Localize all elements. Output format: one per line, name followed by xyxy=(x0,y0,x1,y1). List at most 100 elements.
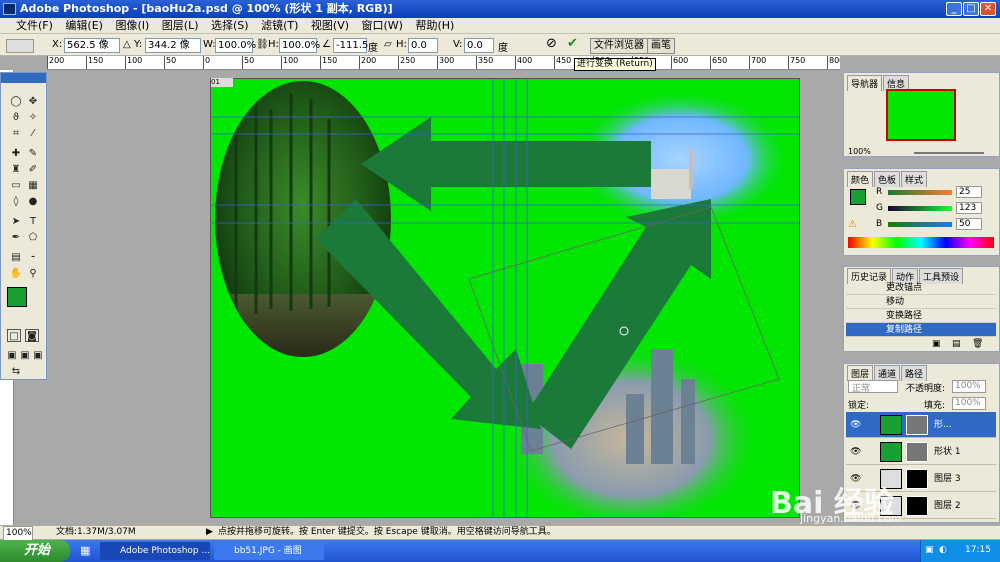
history-item-move[interactable]: 移动 xyxy=(846,295,996,309)
slice-tool-icon[interactable]: ⁄ xyxy=(26,127,40,140)
tab-styles[interactable]: 样式 xyxy=(901,171,928,187)
navigator-thumbnail[interactable] xyxy=(886,89,956,141)
y-field[interactable]: 344.2 像 xyxy=(145,38,201,53)
link-icon[interactable]: ⛓ xyxy=(256,39,269,50)
x-field[interactable]: 562.5 像 xyxy=(64,38,120,53)
notes-tool-icon[interactable]: ▤ xyxy=(9,251,23,264)
magic-wand-icon[interactable]: ✧ xyxy=(26,111,40,124)
cancel-transform-icon[interactable]: ⊘ xyxy=(546,36,557,51)
tab-file-browser[interactable]: 文件浏览器 xyxy=(590,38,648,54)
minimize-button[interactable]: _ xyxy=(946,2,962,16)
tools-panel-header[interactable] xyxy=(1,73,46,83)
jump-to-imageready-icon[interactable]: ⇆ xyxy=(9,365,23,378)
eraser-tool-icon[interactable]: ▭ xyxy=(9,179,23,192)
start-button[interactable]: 开始 xyxy=(0,540,70,562)
gradient-tool-icon[interactable]: ▦ xyxy=(26,179,40,192)
move-tool-icon[interactable]: ✥ xyxy=(26,95,40,108)
menu-image[interactable]: 图像(I) xyxy=(115,19,149,32)
eyedropper-icon[interactable]: ⁃ xyxy=(26,251,40,264)
path-select-icon[interactable]: ➤ xyxy=(9,215,23,228)
layer-row-shape-1[interactable]: 👁 形状 1 xyxy=(846,439,996,465)
zoom-field[interactable]: 100% xyxy=(3,526,33,541)
stamp-tool-icon[interactable]: ♜ xyxy=(9,163,23,176)
angle-field[interactable]: -111.5 xyxy=(333,38,368,53)
tab-channels[interactable]: 通道 xyxy=(874,365,901,381)
gamut-warning-icon[interactable]: ⚠ xyxy=(848,219,857,230)
r-value-field[interactable]: 25 xyxy=(956,186,982,198)
vskew-field[interactable]: 0.0 xyxy=(464,38,494,53)
doc-size[interactable]: 文档:1.37M/3.07M xyxy=(56,526,136,539)
r-slider[interactable] xyxy=(888,190,952,195)
pen-tool-icon[interactable]: ✒ xyxy=(9,231,23,244)
visibility-eye-icon[interactable]: 👁 xyxy=(850,439,861,465)
close-button[interactable]: ✕ xyxy=(980,2,996,16)
opacity-field[interactable]: 100% xyxy=(952,380,986,393)
canvas-artwork[interactable] xyxy=(211,79,800,518)
show-desktop-icon[interactable]: ▦ xyxy=(80,544,90,557)
screen-mode-1-icon[interactable]: ▣ xyxy=(5,349,19,362)
g-slider[interactable] xyxy=(888,206,952,211)
width-field[interactable]: 100.0% xyxy=(215,38,256,53)
visibility-eye-icon[interactable]: 👁 xyxy=(850,412,861,438)
history-brush-icon[interactable]: ✐ xyxy=(26,163,40,176)
taskbar-photoshop[interactable]: Adobe Photoshop ... xyxy=(100,542,210,560)
canvas-window[interactable] xyxy=(210,78,800,518)
shape-tool-icon[interactable]: ⬠ xyxy=(26,231,40,244)
blur-tool-icon[interactable]: ◊ xyxy=(9,195,23,208)
marquee-tool-icon[interactable]: ◯ xyxy=(9,95,23,108)
layer-row-shape-1-copy[interactable]: 👁 形... xyxy=(846,412,996,438)
foreground-color-swatch[interactable] xyxy=(7,287,27,307)
color-fg-swatch[interactable] xyxy=(850,189,866,205)
menu-layer[interactable]: 图层(L) xyxy=(162,19,199,32)
history-new-doc-icon[interactable]: ▤ xyxy=(952,339,961,349)
history-item-duplicate-path[interactable]: 复制路径 xyxy=(846,323,996,337)
standard-mode-icon[interactable]: □ xyxy=(7,329,21,342)
history-new-snapshot-icon[interactable]: ▣ xyxy=(932,339,941,349)
history-item-change-anchor[interactable]: 更改锚点 xyxy=(846,281,996,295)
maximize-button[interactable]: □ xyxy=(963,2,979,16)
g-value-field[interactable]: 123 xyxy=(956,202,982,214)
quickmask-mode-icon[interactable]: ◙ xyxy=(25,329,39,342)
healing-brush-icon[interactable]: ✚ xyxy=(9,147,23,160)
taskbar-paint[interactable]: bb51.JPG - 画图 xyxy=(214,542,324,560)
type-tool-icon[interactable]: T xyxy=(26,215,40,228)
play-icon[interactable]: ▶ xyxy=(206,526,213,539)
tab-swatches[interactable]: 色板 xyxy=(874,171,901,187)
screen-mode-3-icon[interactable]: ▣ xyxy=(31,349,45,362)
tab-color[interactable]: 颜色 xyxy=(847,171,874,187)
lasso-tool-icon[interactable]: ϑ xyxy=(9,111,23,124)
b-slider[interactable] xyxy=(888,222,952,227)
screen-mode-2-icon[interactable]: ▣ xyxy=(18,349,32,362)
menu-view[interactable]: 视图(V) xyxy=(311,19,349,32)
hand-tool-icon[interactable]: ✋ xyxy=(9,267,23,280)
title-bar: Adobe Photoshop - [baoHu2a.psd @ 100% (形… xyxy=(0,0,1000,18)
b-value-field[interactable]: 50 xyxy=(956,218,982,230)
menu-help[interactable]: 帮助(H) xyxy=(415,19,454,32)
blend-mode-select[interactable]: 正常 xyxy=(848,380,898,394)
hskew-field[interactable]: 0.0 xyxy=(408,38,438,53)
navigator-slider[interactable] xyxy=(914,152,984,154)
crop-tool-icon[interactable]: ⌗ xyxy=(9,127,23,140)
color-spectrum-bar[interactable] xyxy=(848,237,994,248)
document-tab[interactable]: 01 xyxy=(211,78,233,87)
dodge-tool-icon[interactable]: ● xyxy=(26,195,40,208)
menu-select[interactable]: 选择(S) xyxy=(211,19,249,32)
history-delete-icon[interactable]: 🗑 xyxy=(972,339,983,349)
menu-file[interactable]: 文件(F) xyxy=(16,19,53,32)
brush-tool-icon[interactable]: ✎ xyxy=(26,147,40,160)
volume-icon[interactable]: ◐ xyxy=(939,545,947,555)
history-item-transform-path[interactable]: 变换路径 xyxy=(846,309,996,323)
network-icon[interactable]: ▣ xyxy=(925,545,934,555)
tab-paths[interactable]: 路径 xyxy=(901,365,928,381)
commit-transform-icon[interactable]: ✔ xyxy=(567,36,578,51)
menu-filter[interactable]: 滤镜(T) xyxy=(261,19,298,32)
tab-navigator[interactable]: 导航器 xyxy=(847,75,883,91)
menu-window[interactable]: 窗口(W) xyxy=(362,19,403,32)
reference-point-icon[interactable] xyxy=(6,39,34,53)
tab-layers[interactable]: 图层 xyxy=(847,365,874,381)
zoom-tool-icon[interactable]: ⚲ xyxy=(26,267,40,280)
height-field[interactable]: 100.0% xyxy=(279,38,320,53)
tab-brushes[interactable]: 画笔 xyxy=(647,38,675,54)
fill-field[interactable]: 100% xyxy=(952,397,986,410)
menu-edit[interactable]: 编辑(E) xyxy=(65,19,103,32)
